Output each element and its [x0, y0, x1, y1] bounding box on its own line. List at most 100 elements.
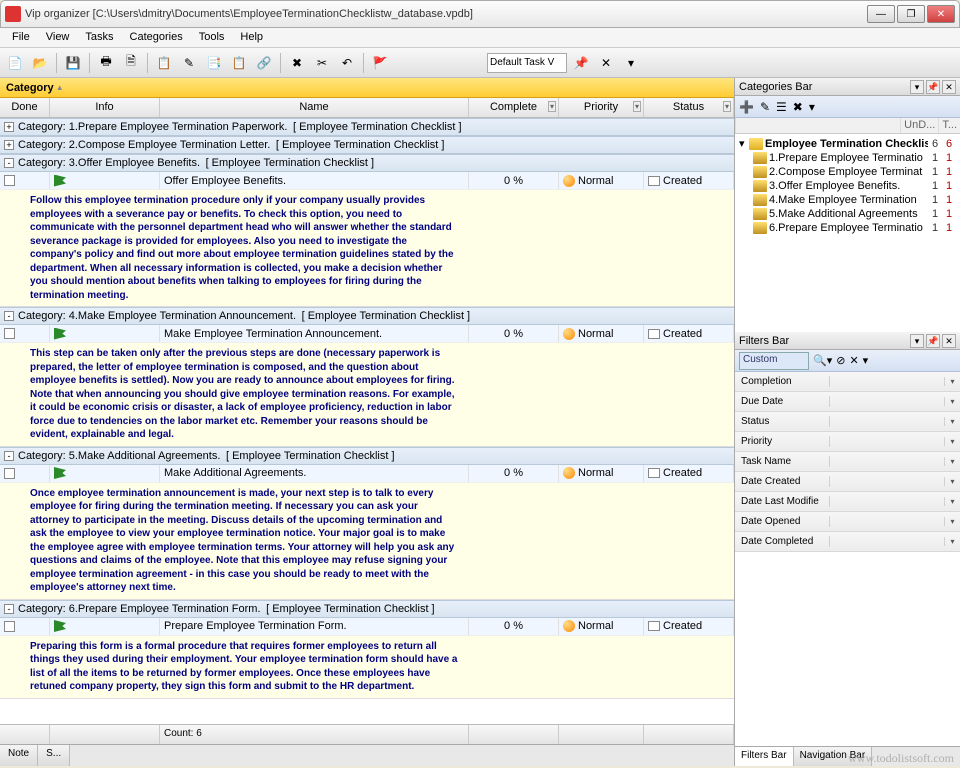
menu-file[interactable]: File — [4, 28, 38, 47]
cell-done[interactable] — [0, 325, 50, 342]
checkbox[interactable] — [4, 468, 15, 479]
expand-toggle-icon[interactable]: - — [4, 451, 14, 461]
category-groupby-bar[interactable]: Category ▲ — [0, 78, 734, 98]
new-button[interactable]: 📄 — [4, 52, 26, 74]
dropdown-icon[interactable]: ▾ — [944, 377, 960, 386]
newtask-button[interactable]: 📋 — [153, 52, 175, 74]
tab-filters[interactable]: Filters Bar — [735, 747, 794, 766]
pin-button[interactable]: 📌 — [570, 52, 592, 74]
filter-row[interactable]: Date Last Modifie▾ — [735, 492, 960, 512]
tree-item[interactable]: 3.Offer Employee Benefits.11 — [737, 179, 958, 193]
group-header[interactable]: -Category: 4.Make Employee Termination A… — [0, 307, 734, 325]
cut-button[interactable]: ✂ — [311, 52, 333, 74]
link-button[interactable]: 🔗 — [253, 52, 275, 74]
panel-close-button[interactable]: ✕ — [942, 80, 956, 94]
menu-tools[interactable]: Tools — [191, 28, 233, 47]
open-button[interactable]: 📂 — [29, 52, 51, 74]
menu-tasks[interactable]: Tasks — [77, 28, 121, 47]
expand-toggle-icon[interactable]: + — [4, 122, 14, 132]
cell-done[interactable] — [0, 465, 50, 482]
cat-col-und[interactable]: UnD... — [900, 118, 938, 133]
expand-toggle-icon[interactable]: - — [4, 604, 14, 614]
tool-x-button[interactable]: ✕ — [595, 52, 617, 74]
expand-toggle-icon[interactable]: - — [4, 311, 14, 321]
filter-delete-icon[interactable]: ✕ — [849, 354, 858, 367]
menu-help[interactable]: Help — [232, 28, 271, 47]
tree-item[interactable]: 4.Make Employee Termination11 — [737, 193, 958, 207]
group-header[interactable]: -Category: 3.Offer Employee Benefits. [ … — [0, 154, 734, 172]
filter-dropdown-icon[interactable]: ▾ — [723, 101, 731, 112]
panel-close-button[interactable]: ✕ — [942, 334, 956, 348]
menu-categories[interactable]: Categories — [122, 28, 191, 47]
menu-view[interactable]: View — [38, 28, 78, 47]
group-header[interactable]: -Category: 5.Make Additional Agreements.… — [0, 447, 734, 465]
cell-done[interactable] — [0, 618, 50, 635]
flag-button[interactable]: 🚩 — [369, 52, 391, 74]
panel-menu-button[interactable]: ▾ — [910, 334, 924, 348]
close-button[interactable]: ✕ — [927, 5, 955, 23]
task-row[interactable]: Make Additional Agreements.0 %NormalCrea… — [0, 465, 734, 483]
task-row[interactable]: Make Employee Termination Announcement.0… — [0, 325, 734, 343]
cat-new-icon[interactable]: ➕ — [739, 100, 754, 114]
view-combo[interactable] — [487, 53, 567, 73]
filter-row[interactable]: Task Name▾ — [735, 452, 960, 472]
group-header[interactable]: +Category: 2.Compose Employee Terminatio… — [0, 136, 734, 154]
filter-dropdown-icon[interactable]: ▾ — [548, 101, 556, 112]
col-name[interactable]: Name — [160, 98, 469, 117]
col-status[interactable]: Status▾ — [644, 98, 734, 117]
print-button[interactable]: 🖶 — [95, 52, 117, 74]
task-row[interactable]: Prepare Employee Termination Form.0 %Nor… — [0, 618, 734, 636]
minimize-button[interactable]: — — [867, 5, 895, 23]
cat-del-icon[interactable]: ✖ — [793, 100, 803, 114]
expand-toggle-icon[interactable]: - — [4, 158, 14, 168]
cat-col-name[interactable] — [735, 118, 900, 133]
tab-note[interactable]: Note — [0, 745, 38, 766]
categories-tree[interactable]: ▾Employee Termination Checklis661.Prepar… — [735, 134, 960, 332]
tree-item[interactable]: 1.Prepare Employee Terminatio11 — [737, 151, 958, 165]
dropdown-icon[interactable]: ▾ — [944, 517, 960, 526]
grid-body[interactable]: +Category: 1.Prepare Employee Terminatio… — [0, 118, 734, 724]
cat-col-t[interactable]: T... — [938, 118, 960, 133]
dropdown-icon[interactable]: ▾ — [944, 417, 960, 426]
filter-clear-icon[interactable]: ⊘ — [836, 354, 845, 367]
filter-dropdown-icon[interactable]: ▾ — [633, 101, 641, 112]
tree-item[interactable]: 5.Make Additional Agreements11 — [737, 207, 958, 221]
col-complete[interactable]: Complete▾ — [469, 98, 559, 117]
tab-s[interactable]: S... — [38, 745, 70, 766]
tool-more-button[interactable]: ▾ — [620, 52, 642, 74]
tree-item[interactable]: 2.Compose Employee Terminat11 — [737, 165, 958, 179]
dropdown-icon[interactable]: ▾ — [944, 477, 960, 486]
copy-button[interactable]: 📑 — [203, 52, 225, 74]
col-done[interactable]: Done — [0, 98, 50, 117]
col-priority[interactable]: Priority▾ — [559, 98, 644, 117]
dropdown-icon[interactable]: ▾ — [944, 537, 960, 546]
filter-row[interactable]: Priority▾ — [735, 432, 960, 452]
maximize-button[interactable]: ❐ — [897, 5, 925, 23]
panel-pin-button[interactable]: 📌 — [926, 80, 940, 94]
filter-row[interactable]: Date Opened▾ — [735, 512, 960, 532]
cat-edit-icon[interactable]: ✎ — [760, 100, 770, 114]
edit-button[interactable]: ✎ — [178, 52, 200, 74]
cell-done[interactable] — [0, 172, 50, 189]
undo-button[interactable]: ↶ — [336, 52, 358, 74]
filter-row[interactable]: Due Date▾ — [735, 392, 960, 412]
dropdown-icon[interactable]: ▾ — [944, 457, 960, 466]
task-row[interactable]: Offer Employee Benefits.0 %NormalCreated — [0, 172, 734, 190]
dropdown-icon[interactable]: ▾ — [944, 497, 960, 506]
checkbox[interactable] — [4, 328, 15, 339]
paste-button[interactable]: 📋 — [228, 52, 250, 74]
expand-toggle-icon[interactable]: + — [4, 140, 14, 150]
checkbox[interactable] — [4, 621, 15, 632]
checkbox[interactable] — [4, 175, 15, 186]
tree-item[interactable]: 6.Prepare Employee Terminatio11 — [737, 221, 958, 235]
filter-apply-icon[interactable]: 🔍▾ — [813, 354, 832, 367]
filter-row[interactable]: Date Created▾ — [735, 472, 960, 492]
filter-row[interactable]: Date Completed▾ — [735, 532, 960, 552]
dropdown-icon[interactable]: ▾ — [944, 397, 960, 406]
panel-pin-button[interactable]: 📌 — [926, 334, 940, 348]
group-header[interactable]: -Category: 6.Prepare Employee Terminatio… — [0, 600, 734, 618]
printpreview-button[interactable]: 🗎 — [120, 52, 142, 74]
filters-combo[interactable]: Custom — [739, 352, 809, 370]
cat-list-icon[interactable]: ☰ — [776, 100, 787, 114]
panel-menu-button[interactable]: ▾ — [910, 80, 924, 94]
